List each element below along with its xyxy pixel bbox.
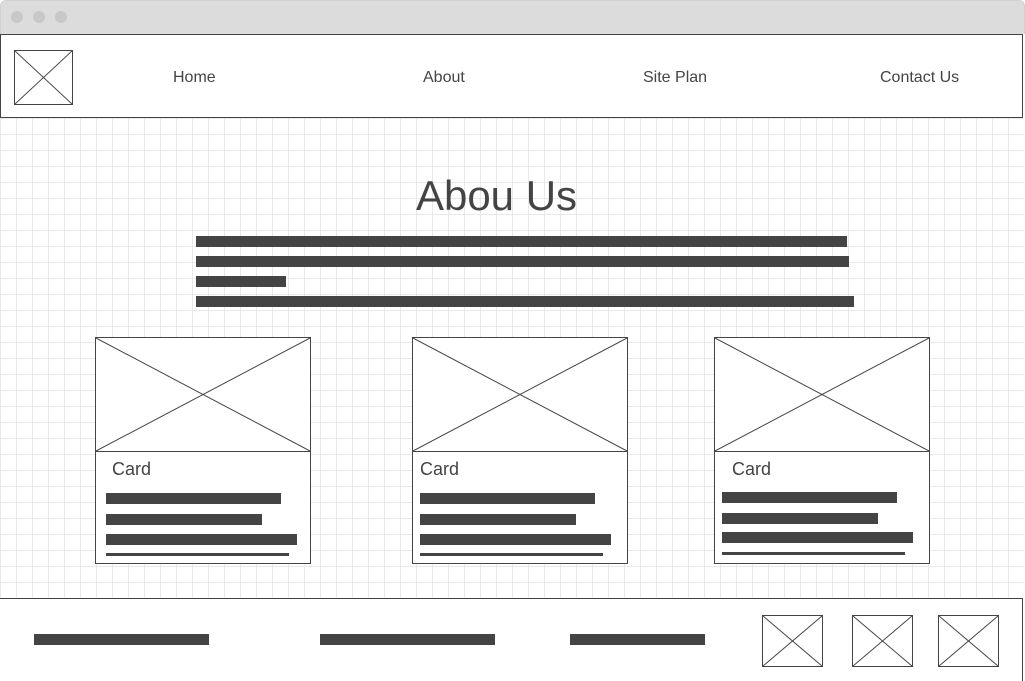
card-image-placeholder-icon xyxy=(413,338,627,452)
nav-about-link[interactable]: About xyxy=(423,69,465,87)
text-line xyxy=(722,513,878,524)
card-image-placeholder-icon xyxy=(715,338,929,452)
page-title: Abou Us xyxy=(415,172,578,219)
card[interactable]: Card xyxy=(95,337,311,564)
text-line xyxy=(420,493,595,504)
nav-contact-us-link[interactable]: Contact Us xyxy=(880,69,959,87)
text-line xyxy=(722,532,913,543)
text-line xyxy=(106,534,297,545)
text-line xyxy=(722,492,897,503)
footer-image-placeholder-icon[interactable] xyxy=(938,615,999,667)
text-line xyxy=(106,553,289,556)
card[interactable]: Card xyxy=(714,337,930,564)
card[interactable]: Card xyxy=(412,337,628,564)
text-line xyxy=(420,553,603,556)
text-line xyxy=(196,236,847,247)
window-titlebar xyxy=(0,0,1025,34)
window-maximize-dot[interactable] xyxy=(55,11,67,23)
footer-link[interactable] xyxy=(34,634,209,645)
footer-image-placeholder-icon[interactable] xyxy=(852,615,913,667)
nav-home-link[interactable]: Home xyxy=(173,69,216,87)
text-line xyxy=(106,493,281,504)
card-title: Card xyxy=(420,459,460,479)
window-close-dot[interactable] xyxy=(11,11,23,23)
footer-link[interactable] xyxy=(320,634,495,645)
nav-site-plan-link[interactable]: Site Plan xyxy=(643,69,707,87)
site-header: Home About Site Plan Contact Us xyxy=(0,34,1023,118)
footer-image-placeholder-icon[interactable] xyxy=(762,615,823,667)
text-line xyxy=(722,552,905,555)
card-title: Card xyxy=(112,459,152,479)
text-line xyxy=(420,534,611,545)
footer-link[interactable] xyxy=(570,634,705,645)
text-line xyxy=(196,276,286,287)
text-line xyxy=(196,256,849,267)
text-line xyxy=(106,514,262,525)
card-image-placeholder-icon xyxy=(96,338,310,452)
text-line xyxy=(420,514,576,525)
window-minimize-dot[interactable] xyxy=(33,11,45,23)
card-title: Card xyxy=(732,459,772,479)
text-line xyxy=(196,296,854,307)
logo-image-placeholder-icon[interactable] xyxy=(14,50,73,105)
site-footer xyxy=(0,598,1023,681)
